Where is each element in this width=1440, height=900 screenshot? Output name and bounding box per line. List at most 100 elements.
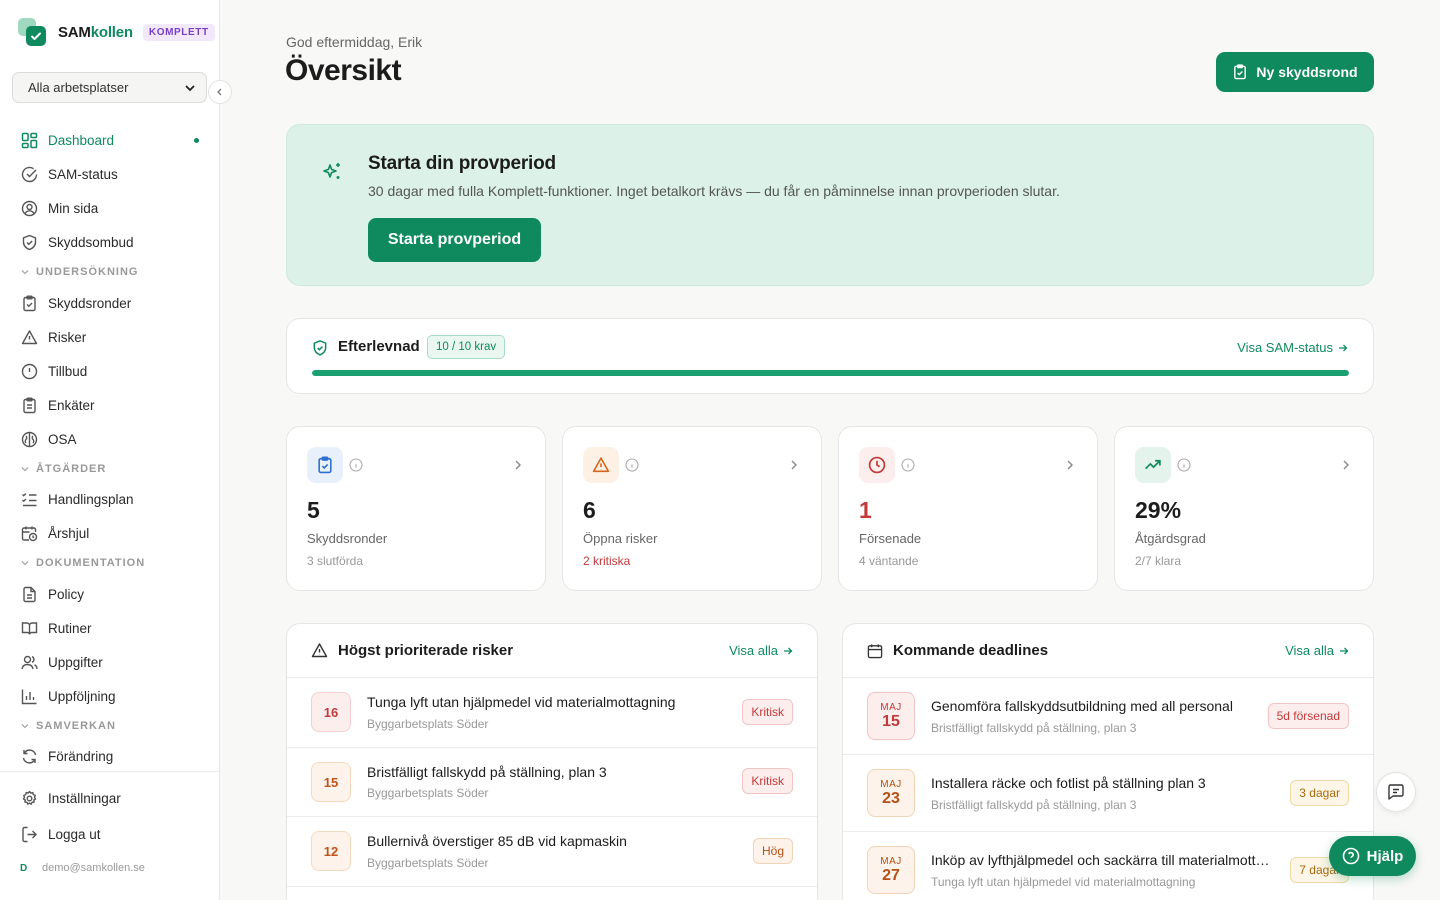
sidebar: SAMkollen KOMPLETT Alla arbetsplatser Da… xyxy=(0,0,220,900)
deadline-subtitle: Tunga lyft utan hjälpmedel vid materialm… xyxy=(931,875,1196,889)
arrow-right-icon xyxy=(1340,647,1349,654)
chevron-right-icon xyxy=(515,460,521,470)
page-title: Översikt xyxy=(285,54,402,87)
risk-site: Byggarbetsplats Söder xyxy=(367,717,489,731)
section-dokumentation[interactable]: DOKUMENTATION xyxy=(20,557,145,569)
sidebar-item-policy[interactable]: Policy xyxy=(8,579,211,609)
risk-site: Byggarbetsplats Söder xyxy=(367,856,489,870)
sidebar-item-handlingsplan[interactable]: Handlingsplan xyxy=(8,484,211,514)
risk-site: Byggarbetsplats Söder xyxy=(367,786,489,800)
shield-check-icon xyxy=(20,233,38,251)
user-account[interactable]: D demo@samkollen.se xyxy=(20,862,145,874)
sidebar-item-dashboard[interactable]: Dashboard xyxy=(8,125,211,155)
sidebar-item-label: OSA xyxy=(48,431,77,447)
sidebar-item-uppfoljning[interactable]: Uppföljning xyxy=(8,681,211,711)
link-label: Visa alla xyxy=(1285,643,1334,658)
section-atgarder[interactable]: ÅTGÄRDER xyxy=(20,463,106,475)
sidebar-item-arshjul[interactable]: Årshjul xyxy=(8,518,211,548)
stat-label: Öppna risker xyxy=(583,531,658,546)
sidebar-item-osa[interactable]: OSA xyxy=(8,424,211,454)
new-safety-round-label: Ny skyddsrond xyxy=(1256,64,1358,80)
deadline-row[interactable]: MAJ 23 Installera räcke och fotlist på s… xyxy=(843,755,1373,832)
deadline-row[interactable]: MAJ 27 Inköp av lyfthjälpmedel och sackä… xyxy=(843,832,1373,900)
info-icon[interactable] xyxy=(349,458,363,472)
chevron-right-icon xyxy=(791,460,797,470)
clipboard-check-icon xyxy=(1234,64,1247,80)
logo[interactable]: SAMkollen KOMPLETT xyxy=(18,18,215,46)
risk-row[interactable]: 15 Bristfälligt fallskydd på ställning, … xyxy=(287,748,817,817)
workspace-select[interactable]: Alla arbetsplatser xyxy=(12,72,207,103)
stat-card-open-risks[interactable]: 6 Öppna risker 2 kritiska xyxy=(562,426,822,591)
new-safety-round-button[interactable]: Ny skyddsrond xyxy=(1216,52,1374,92)
stat-label: Skyddsronder xyxy=(307,531,388,546)
risk-row[interactable]: 16 Tunga lyft utan hjälpmedel vid materi… xyxy=(287,678,817,748)
file-text-icon xyxy=(20,585,38,603)
info-icon[interactable] xyxy=(901,458,915,472)
sidebar-item-uppgifter[interactable]: Uppgifter xyxy=(8,647,211,677)
sidebar-item-skyddsombud[interactable]: Skyddsombud xyxy=(8,227,211,257)
workspace-select-value: Alla arbetsplatser xyxy=(28,80,129,95)
link-label: Visa alla xyxy=(729,643,778,658)
feedback-button[interactable] xyxy=(1376,772,1416,812)
calendar-icon xyxy=(867,643,883,658)
section-undersokning[interactable]: UNDERSÖKNING xyxy=(20,266,138,278)
stat-card-action-rate[interactable]: 29% Åtgärdsgrad 2/7 klara xyxy=(1114,426,1374,591)
sidebar-item-label: Skyddsombud xyxy=(48,234,134,250)
view-all-risks-link[interactable]: Visa alla xyxy=(729,643,793,658)
trial-title: Starta din provperiod xyxy=(368,153,556,174)
info-icon[interactable] xyxy=(1177,458,1191,472)
sidebar-item-min-sida[interactable]: Min sida xyxy=(8,193,211,223)
stat-label: Åtgärdsgrad xyxy=(1135,531,1206,546)
clipboard-check-icon xyxy=(307,447,343,483)
list-check-icon xyxy=(20,490,38,508)
view-sam-status-link[interactable]: Visa SAM-status xyxy=(1237,340,1348,355)
risk-level-badge: Kritisk xyxy=(742,699,793,725)
risk-row[interactable]: 12 Bullernivå överstiger 85 dB vid kapma… xyxy=(287,817,817,887)
sidebar-divider xyxy=(0,771,219,772)
section-label: SAMVERKAN xyxy=(36,720,116,732)
risk-title: Bristfälligt fallskydd på ställning, pla… xyxy=(367,764,607,780)
deadline-date: MAJ 27 xyxy=(867,846,915,894)
calendar-clock-icon xyxy=(20,524,38,542)
risk-level-badge: Kritisk xyxy=(742,768,793,794)
sidebar-item-sam-status[interactable]: SAM-status xyxy=(8,159,211,189)
info-icon[interactable] xyxy=(625,458,639,472)
stat-subtext: 2/7 klara xyxy=(1135,554,1182,568)
warning-triangle-icon xyxy=(311,643,328,658)
arrow-right-icon xyxy=(1339,344,1348,351)
sidebar-item-installningar[interactable]: Inställningar xyxy=(8,783,211,813)
risk-title: Bullernivå överstiger 85 dB vid kapmaski… xyxy=(367,833,627,849)
section-samverkan[interactable]: SAMVERKAN xyxy=(20,720,116,732)
deadline-status-badge: 5d försenad xyxy=(1267,703,1349,729)
stat-card-safety-rounds[interactable]: 5 Skyddsronder 3 slutförda xyxy=(286,426,546,591)
view-all-deadlines-link[interactable]: Visa alla xyxy=(1285,643,1349,658)
top-risks-panel: Högst prioriterade risker Visa alla 16 T… xyxy=(286,623,818,900)
chevron-left-icon xyxy=(217,88,222,96)
sidebar-item-label: Inställningar xyxy=(48,790,121,806)
deadline-row[interactable]: MAJ 15 Genomföra fallskyddsutbildning me… xyxy=(843,678,1373,755)
sidebar-item-label: Skyddsronder xyxy=(48,295,132,311)
deadline-title: Inköp av lyfthjälpmedel och sackärra til… xyxy=(931,852,1270,868)
sidebar-item-rutiner[interactable]: Rutiner xyxy=(8,613,211,643)
logout-button[interactable]: Logga ut xyxy=(8,819,211,849)
sidebar-item-skyddsronder[interactable]: Skyddsronder xyxy=(8,288,211,318)
stat-value: 6 xyxy=(583,497,596,523)
risk-score: 15 xyxy=(311,762,351,802)
sidebar-item-enkater[interactable]: Enkäter xyxy=(8,390,211,420)
clipboard-check-icon xyxy=(20,294,38,312)
collapse-sidebar-button[interactable] xyxy=(208,80,232,104)
sidebar-item-forandring[interactable]: Förändring xyxy=(8,741,211,771)
sidebar-item-tillbud[interactable]: Tillbud xyxy=(8,356,211,386)
stat-card-overdue[interactable]: 1 Försenade 4 väntande xyxy=(838,426,1098,591)
start-trial-button[interactable]: Starta provperiod xyxy=(368,218,541,262)
brand-name: SAMkollen xyxy=(58,23,133,41)
help-button[interactable]: Hjälp xyxy=(1329,836,1416,876)
sidebar-item-risker[interactable]: Risker xyxy=(8,322,211,352)
deadline-day: 15 xyxy=(882,712,900,730)
stat-subtext: 4 väntande xyxy=(859,554,919,568)
active-indicator xyxy=(194,138,199,143)
help-circle-icon xyxy=(1342,847,1359,865)
warning-triangle-icon xyxy=(20,328,38,346)
check-circle-icon xyxy=(20,165,38,183)
stat-subtext: 2 kritiska xyxy=(583,554,631,568)
